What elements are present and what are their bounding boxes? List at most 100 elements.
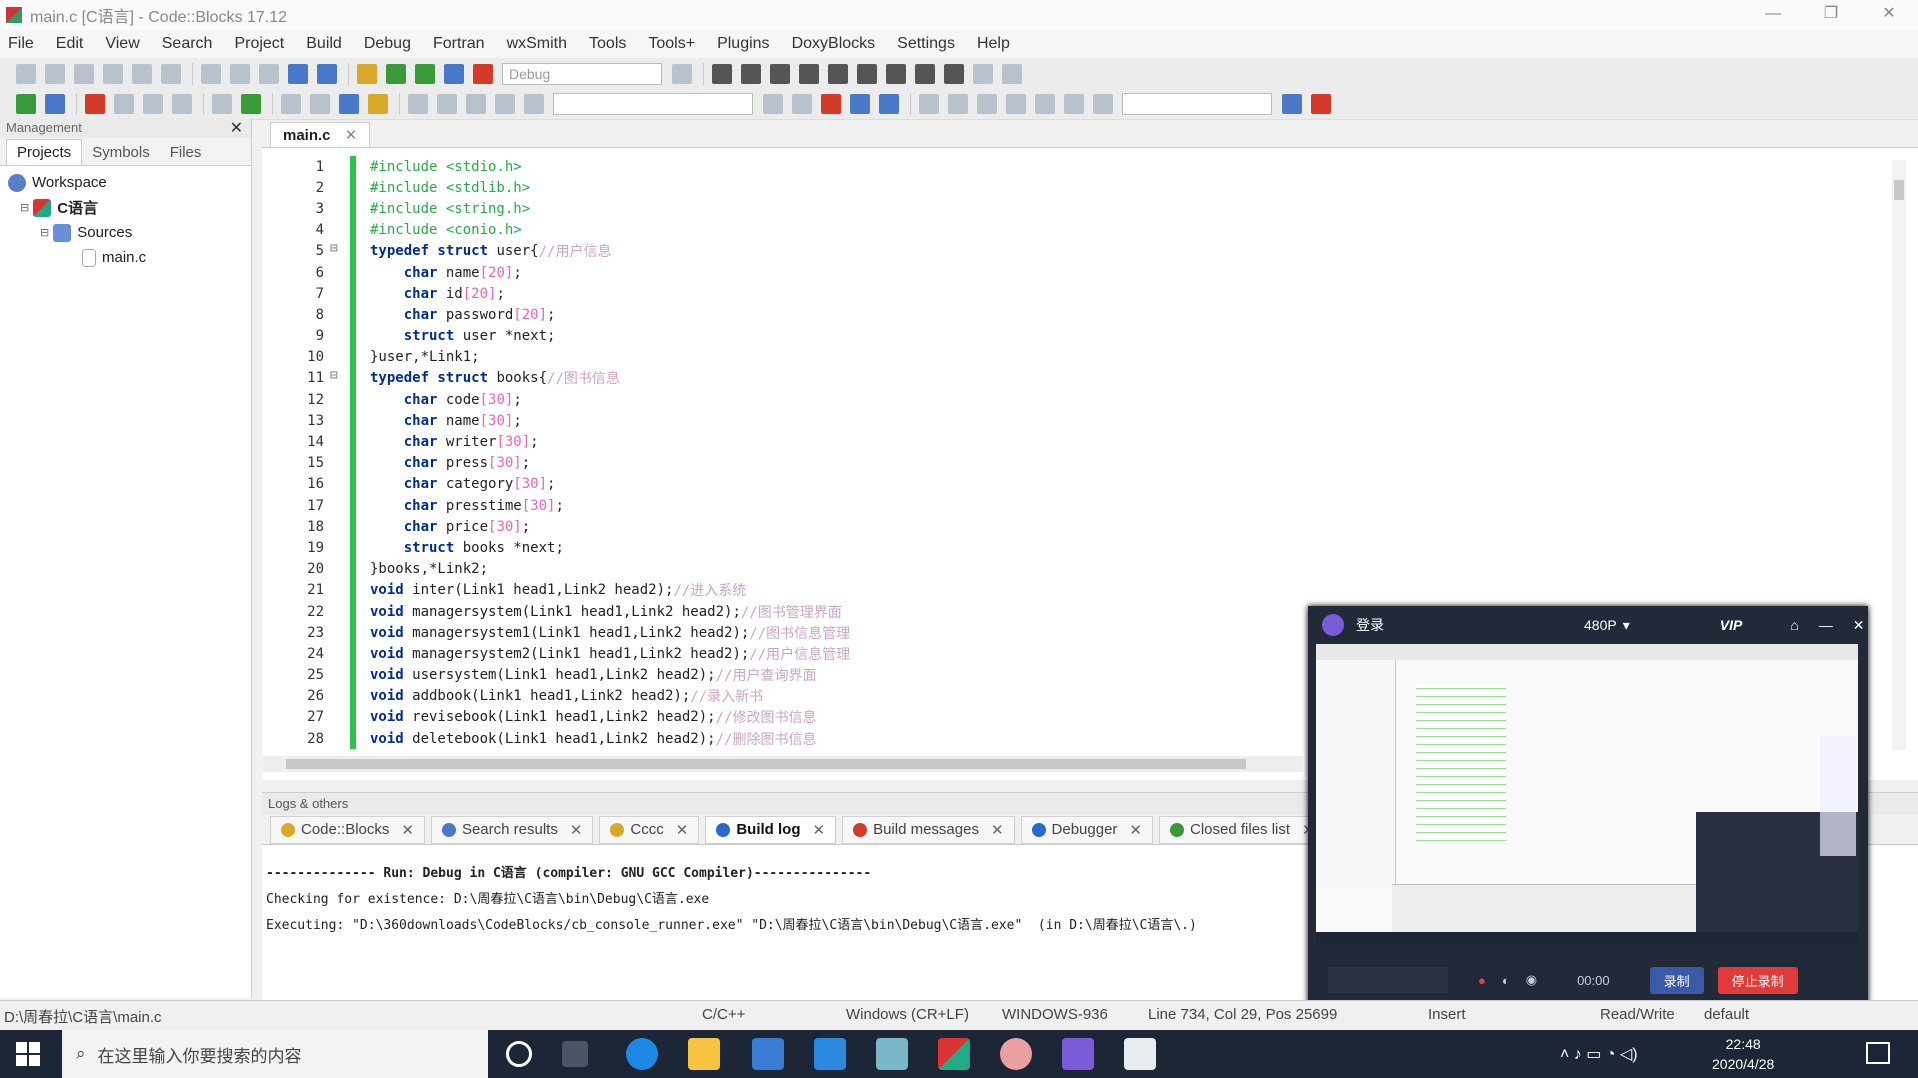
jump-back-icon[interactable]: [16, 93, 36, 114]
code-line[interactable]: 3 #include <string.h>: [262, 198, 1882, 220]
vertical-scrollbar[interactable]: [1892, 160, 1906, 750]
menu-help[interactable]: Help: [977, 35, 1010, 53]
code-line[interactable]: 7 char id [20];: [262, 283, 1882, 305]
code-line[interactable]: 8 char password [20];: [262, 304, 1882, 326]
next-bookmark-icon[interactable]: [143, 93, 163, 114]
menu-plugins[interactable]: Plugins: [717, 35, 769, 53]
taskbar-search-box[interactable]: ⌕ 在这里输入你要搜索的内容: [62, 1030, 488, 1078]
maximize-button[interactable]: ❐: [1802, 0, 1860, 30]
notification-icon[interactable]: [1866, 1042, 1890, 1064]
jump-forward-icon[interactable]: [45, 93, 65, 114]
console-taskbar-icon[interactable]: [1124, 1038, 1156, 1070]
code-line[interactable]: 15 char press [30];: [262, 452, 1882, 474]
mic-icon[interactable]: ◉: [1526, 972, 1537, 988]
codeblocks-taskbar-icon[interactable]: [938, 1038, 970, 1070]
menu-settings[interactable]: Settings: [897, 35, 955, 53]
cut-icon[interactable]: [201, 63, 221, 84]
chevron-down-icon[interactable]: ▾: [1623, 617, 1630, 634]
paste-icon[interactable]: [259, 63, 279, 84]
horizontal-scrollbar[interactable]: [262, 756, 1302, 772]
highlight-icon[interactable]: [212, 93, 232, 114]
editor-tab-main-c[interactable]: main.c ✕: [270, 122, 371, 147]
close-icon[interactable]: ✕: [401, 821, 414, 839]
tree-folder[interactable]: ⊟ Sources: [0, 220, 251, 245]
fold-toggle-icon[interactable]: ⊟: [330, 241, 350, 262]
close-icon[interactable]: ✕: [230, 118, 243, 138]
minimize-button[interactable]: —: [1744, 0, 1802, 30]
insert-icon[interactable]: [850, 93, 870, 114]
zoom-out-icon[interactable]: [1093, 93, 1113, 114]
uncomment-icon[interactable]: [310, 93, 330, 114]
minimize-icon[interactable]: —: [1819, 617, 1833, 633]
build-target-select[interactable]: Debug: [502, 62, 662, 85]
scrollbar-thumb[interactable]: [1894, 180, 1904, 200]
indent-right-icon[interactable]: [495, 93, 515, 114]
tab-files[interactable]: Files: [160, 140, 212, 165]
close-button[interactable]: ✕: [1860, 0, 1918, 30]
collapse-icon[interactable]: ⊟: [40, 226, 49, 239]
collapse-icon[interactable]: ⊟: [20, 201, 29, 214]
logs-tab[interactable]: Build log ✕: [705, 815, 837, 844]
tree-workspace[interactable]: Workspace: [0, 170, 251, 195]
code-line[interactable]: 19 struct books *next;: [262, 537, 1882, 559]
dot-icon[interactable]: [466, 93, 486, 114]
menu-tools-plus[interactable]: Tools+: [648, 35, 695, 53]
build-and-run-icon[interactable]: [415, 63, 435, 84]
code-line[interactable]: 20}books,*Link2;: [262, 558, 1882, 580]
open-icon[interactable]: [45, 63, 65, 84]
menu-search[interactable]: Search: [162, 35, 213, 53]
doxy-extract-icon[interactable]: [368, 93, 388, 114]
step-out-icon[interactable]: [828, 63, 848, 84]
speaker-icon[interactable]: ◐: [1502, 973, 1510, 988]
task-view-icon[interactable]: [562, 1041, 588, 1067]
cortana-icon[interactable]: [506, 1041, 532, 1067]
tab-projects[interactable]: Projects: [6, 139, 83, 165]
menu-view[interactable]: View: [105, 35, 139, 53]
new-file-icon[interactable]: [16, 63, 36, 84]
code-line[interactable]: 17 char presstime [30];: [262, 495, 1882, 517]
indent-left-icon[interactable]: [437, 93, 457, 114]
step-into-icon[interactable]: [799, 63, 819, 84]
close-icon[interactable]: ✕: [812, 821, 825, 839]
run-icon[interactable]: [386, 63, 406, 84]
doxy-wizard-icon[interactable]: [339, 93, 359, 114]
run-search-icon[interactable]: [524, 93, 544, 114]
copy-icon[interactable]: [230, 63, 250, 84]
rebuild-icon[interactable]: [444, 63, 464, 84]
logs-tab[interactable]: Code::Blocks ✕: [270, 815, 425, 844]
tree-file[interactable]: main.c: [0, 245, 251, 270]
tree-project[interactable]: ⊟ C语言: [0, 195, 251, 220]
search-combo[interactable]: [1122, 92, 1272, 115]
pause-icon[interactable]: [915, 63, 935, 84]
menu-edit[interactable]: Edit: [56, 35, 84, 53]
code-line[interactable]: 4 #include <conio.h>: [262, 219, 1882, 241]
clear-bookmarks-icon[interactable]: [172, 93, 192, 114]
code-line[interactable]: 12 char code [30];: [262, 389, 1882, 411]
code-line[interactable]: 5 ⊟ typedef struct user{//用户信息: [262, 240, 1882, 262]
debug-windows-icon[interactable]: [973, 63, 993, 84]
menu-wxsmith[interactable]: wxSmith: [507, 35, 567, 53]
replace-icon[interactable]: [317, 63, 337, 84]
image-icon[interactable]: [977, 93, 997, 114]
menu-tools[interactable]: Tools: [589, 35, 626, 53]
logs-tab[interactable]: Debugger ✕: [1020, 815, 1153, 844]
debug-start-icon[interactable]: [712, 63, 732, 84]
build-gear-icon[interactable]: [357, 63, 377, 84]
close-icon[interactable]: ✕: [570, 821, 583, 839]
file-explorer-icon[interactable]: [688, 1038, 720, 1070]
code-line[interactable]: 11 ⊟ typedef struct books{//图书信息: [262, 367, 1882, 390]
record-button[interactable]: 录制: [1649, 966, 1704, 994]
menu-build[interactable]: Build: [306, 35, 342, 53]
logs-tab[interactable]: Closed files list✕: [1159, 815, 1326, 844]
menu-fortran[interactable]: Fortran: [433, 35, 485, 53]
logs-tab[interactable]: Build messages ✕: [842, 815, 1015, 844]
code-line[interactable]: 13 char name [30];: [262, 410, 1882, 432]
search-icon[interactable]: [1282, 93, 1302, 114]
save-icon[interactable]: [74, 63, 94, 84]
back-arrow-icon[interactable]: [763, 93, 783, 114]
wrench-icon[interactable]: [408, 93, 428, 114]
undo-icon[interactable]: [132, 63, 152, 84]
code-line[interactable]: 16 char category [30];: [262, 473, 1882, 495]
quality-select[interactable]: 480P: [1584, 617, 1617, 633]
code-line[interactable]: 2 #include <stdlib.h>: [262, 177, 1882, 199]
